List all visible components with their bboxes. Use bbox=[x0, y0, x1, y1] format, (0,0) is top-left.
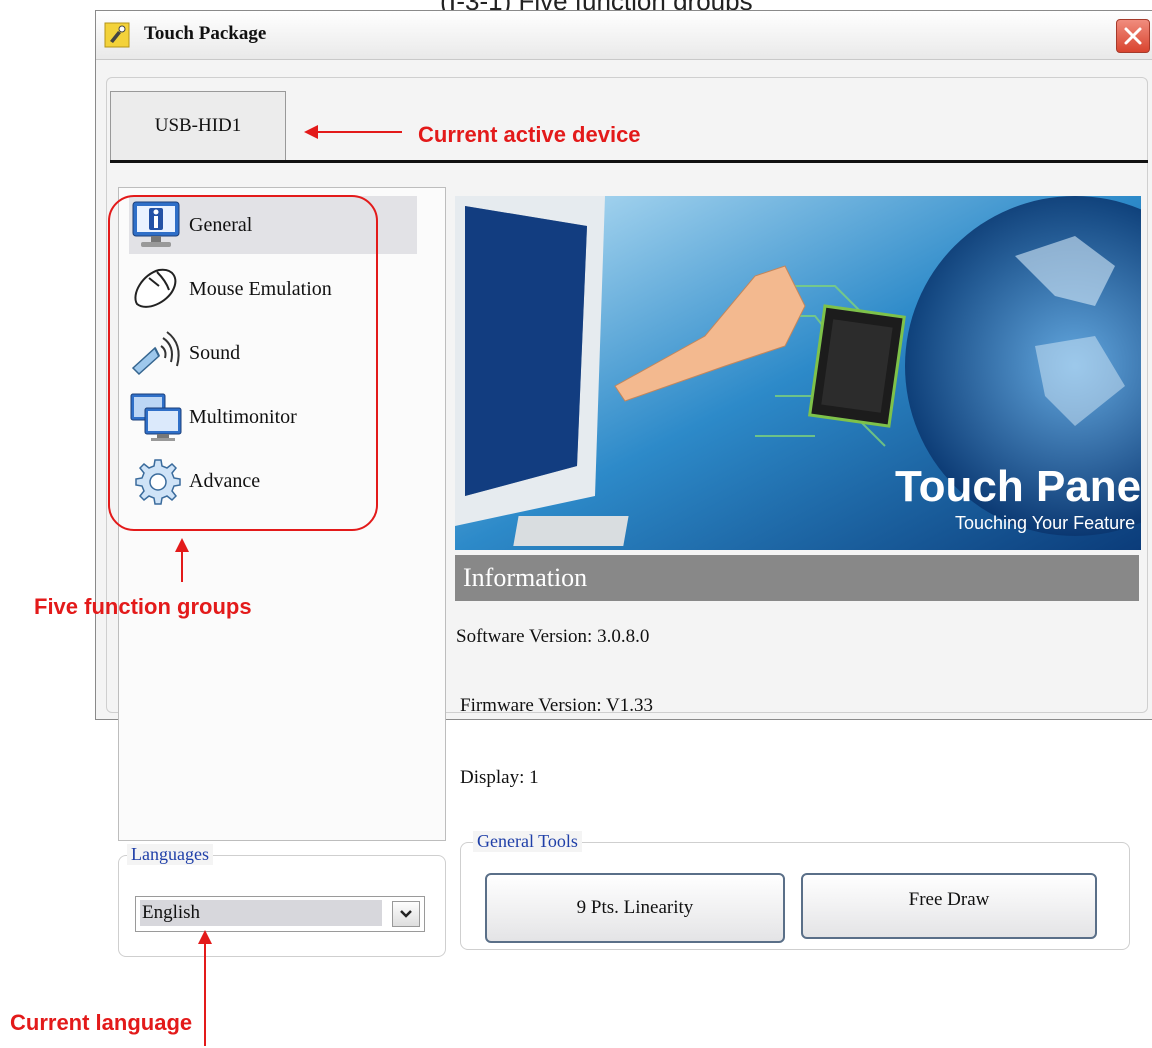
device-tab-label: USB-HID1 bbox=[154, 115, 242, 136]
language-selected-value: English bbox=[140, 900, 382, 926]
device-tab-usb-hid1[interactable]: USB-HID1 bbox=[110, 91, 286, 160]
languages-group: Languages English bbox=[118, 844, 446, 957]
free-draw-button[interactable]: Free Draw bbox=[801, 873, 1097, 939]
function-groups-annotation: Five function groups bbox=[34, 594, 252, 619]
window-title: Touch Package bbox=[144, 23, 267, 44]
general-tools-group: General Tools 9 Pts. Linearity Free Draw bbox=[460, 831, 1130, 950]
title-bar: Touch Package bbox=[96, 11, 1152, 60]
chevron-down-icon bbox=[400, 910, 412, 918]
touch-app-icon bbox=[104, 22, 130, 48]
touch-panel-banner: Touch Panel Touching Your Feature bbox=[455, 196, 1141, 550]
close-icon bbox=[1124, 27, 1142, 45]
current-language-annotation: Current language bbox=[10, 1010, 193, 1035]
function-groups-highlight bbox=[108, 195, 378, 531]
function-groups-arrow bbox=[175, 538, 189, 582]
banner-title: Touch Panel bbox=[895, 462, 1141, 511]
language-dropdown-button[interactable] bbox=[392, 901, 420, 927]
banner-subtitle: Touching Your Feature bbox=[955, 513, 1135, 533]
linearity-button[interactable]: 9 Pts. Linearity bbox=[485, 873, 785, 943]
general-tools-label: General Tools bbox=[473, 831, 582, 852]
information-header: Information bbox=[455, 555, 1139, 601]
current-language-arrow bbox=[198, 930, 212, 1046]
languages-label: Languages bbox=[127, 844, 213, 865]
language-select[interactable]: English bbox=[135, 896, 425, 932]
active-device-annotation: Current active device bbox=[418, 122, 641, 147]
software-version: Software Version: 3.0.8.0 bbox=[456, 626, 650, 647]
active-device-arrow bbox=[304, 125, 402, 139]
tab-divider bbox=[110, 160, 1148, 163]
display-number: Display: 1 bbox=[460, 767, 539, 788]
firmware-version: Firmware Version: V1.33 bbox=[460, 695, 653, 716]
close-button[interactable] bbox=[1116, 19, 1150, 53]
